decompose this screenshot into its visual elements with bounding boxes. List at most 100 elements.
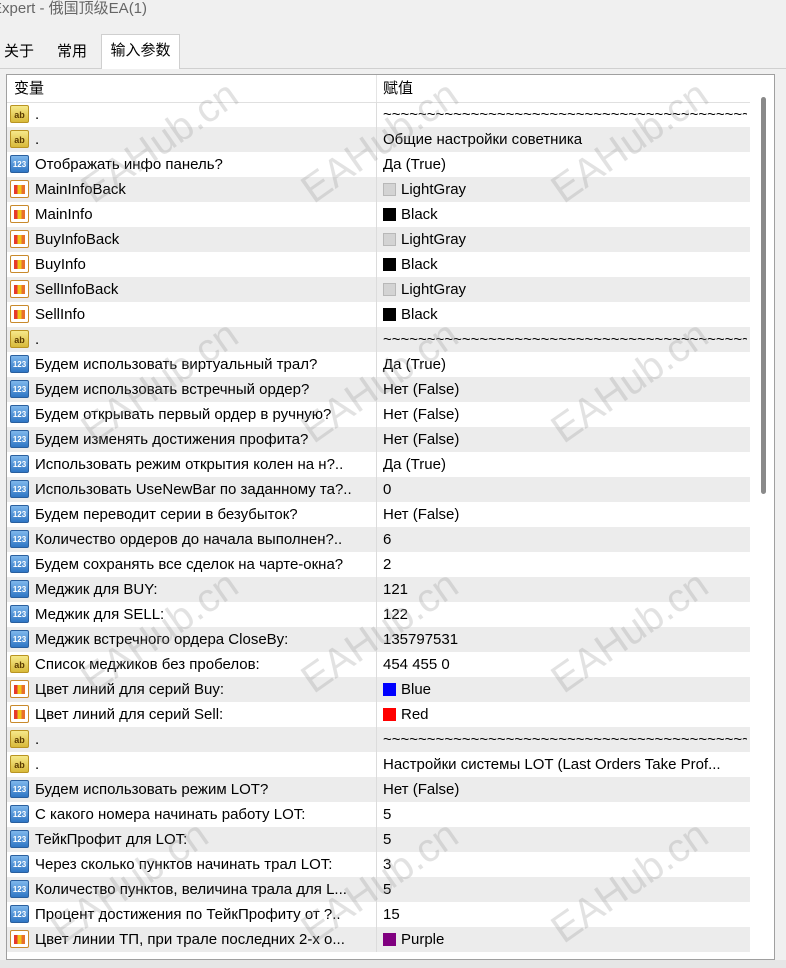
value-cell[interactable]: Да (True) [383,352,747,377]
numeric-type-icon: 123 [10,155,29,173]
table-row[interactable]: 123 Будем изменять достижения профита? Нет… [7,427,750,452]
value-cell[interactable]: 5 [383,802,747,827]
value-cell[interactable]: ~~~~~~~~~~~~~~~~~~~~~~~~~~~~~~~~~~~~~~~~… [383,327,747,352]
value-cell[interactable]: 121 [383,577,747,602]
variable-cell: 123 Будем использовать виртуальный трал? [7,352,376,377]
table-row[interactable]: ab. ~~~~~~~~~~~~~~~~~~~~~~~~~~~~~~~~~~~~~… [7,727,750,752]
tab-input-parameters[interactable]: 输入参数 [101,34,180,69]
value-cell[interactable]: Purple [401,927,747,952]
table-row[interactable]: MainInfoBack LightGray [7,177,750,202]
value-cell[interactable]: Да (True) [383,152,747,177]
numeric-type-icon: 123 [10,880,29,898]
column-header-value[interactable]: 赋值 [383,75,413,102]
color-swatch [383,258,396,271]
table-row[interactable]: 123 Процент достижения по ТейкПрофиту от … [7,902,750,927]
variable-name: Список меджиков без пробелов: [35,656,260,673]
table-row[interactable]: 123 Будем использовать виртуальный трал? Д… [7,352,750,377]
variable-cell: ab. [7,752,376,777]
value-cell[interactable]: ~~~~~~~~~~~~~~~~~~~~~~~~~~~~~~~~~~~~~~~~… [383,727,747,752]
table-row[interactable]: 123 Меджик для SELL: 122 [7,602,750,627]
value-cell[interactable]: Black [401,252,747,277]
table-row[interactable]: 123 Меджик встречного ордера CloseBy: 1357… [7,627,750,652]
variable-name: . [35,106,40,123]
table-row[interactable]: 123 Будем использовать режим LOT? Нет (Fal… [7,777,750,802]
table-row[interactable]: 123 Меджик для BUY: 121 [7,577,750,602]
value-cell[interactable]: Общие настройки советника [383,127,747,152]
table-row[interactable]: 123 Будем использовать встречный ордер? Не… [7,377,750,402]
value-cell[interactable]: 454 455 0 [383,652,747,677]
value-cell[interactable]: 122 [383,602,747,627]
variable-cell: 123 Будем использовать режим LOT? [7,777,376,802]
table-row[interactable]: ab. ~~~~~~~~~~~~~~~~~~~~~~~~~~~~~~~~~~~~~… [7,327,750,352]
cell-divider [376,527,377,552]
value-cell[interactable]: Black [401,202,747,227]
color-type-icon [10,680,29,698]
value-cell[interactable]: Настройки системы LOT (Last Orders Take … [383,752,747,777]
table-row[interactable]: 123 Использовать UseNewBar по заданному т… [7,477,750,502]
value-cell[interactable]: Нет (False) [383,377,747,402]
variable-cell: ab. [7,727,376,752]
scrollbar-thumb[interactable] [761,97,766,494]
variable-name: Процент достижения по ТейкПрофиту от ?.. [35,906,341,923]
value-cell[interactable]: Нет (False) [383,427,747,452]
value-cell[interactable]: LightGray [401,277,747,302]
table-row[interactable]: MainInfo Black [7,202,750,227]
tab-about[interactable]: 关于 [2,38,36,68]
tab-common[interactable]: 常用 [52,38,92,68]
table-row[interactable]: ab. Настройки системы LOT (Last Orders Ta… [7,752,750,777]
variable-cell: MainInfo [7,202,376,227]
table-row[interactable]: 123 ТейкПрофит для LOT: 5 [7,827,750,852]
column-divider[interactable] [376,75,377,102]
value-cell[interactable]: 15 [383,902,747,927]
column-header-variable[interactable]: 变量 [14,75,44,102]
value-cell[interactable]: LightGray [401,177,747,202]
horizontal-scrollbar[interactable] [0,960,786,968]
value-cell[interactable]: Нет (False) [383,402,747,427]
table-row[interactable]: 123 Будем сохранять все сделок на чарте-о… [7,552,750,577]
table-row[interactable]: SellInfoBack LightGray [7,277,750,302]
table-row[interactable]: Цвет линий для серий Sell: Red [7,702,750,727]
value-cell[interactable]: LightGray [401,227,747,252]
variable-cell: MainInfoBack [7,177,376,202]
variable-name: Будем переводит серии в безубыток? [35,506,298,523]
variable-name: Будем открывать первый ордер в ручную? [35,406,332,423]
vertical-scrollbar[interactable] [755,75,773,959]
table-row[interactable]: 123 Через сколько пунктов начинать трал L… [7,852,750,877]
table-row[interactable]: Цвет линий для серий Buy: Blue [7,677,750,702]
table-row[interactable]: 123 Использовать режим открытия колен на … [7,452,750,477]
value-cell[interactable]: Blue [401,677,747,702]
table-row[interactable]: SellInfo Black [7,302,750,327]
table-row[interactable]: 123 Будем открывать первый ордер в ручную… [7,402,750,427]
table-row[interactable]: Цвет линии ТП, при трале последних 2-х о… [7,927,750,952]
numeric-type-icon: 123 [10,405,29,423]
table-row[interactable]: ab Список меджиков без пробелов: 454 455 0 [7,652,750,677]
table-row[interactable]: BuyInfo Black [7,252,750,277]
variable-cell: SellInfoBack [7,277,376,302]
variable-name: BuyInfo [35,256,86,273]
value-cell[interactable]: Red [401,702,747,727]
value-cell[interactable]: Нет (False) [383,502,747,527]
value-cell[interactable]: 5 [383,827,747,852]
table-row[interactable]: 123 Количество ордеров до начала выполнен… [7,527,750,552]
numeric-type-icon: 123 [10,905,29,923]
variable-name: Использовать UseNewBar по заданному та?.… [35,481,352,498]
value-cell[interactable]: Black [401,302,747,327]
value-cell[interactable]: Нет (False) [383,777,747,802]
table-row[interactable]: ab. Общие настройки советника [7,127,750,152]
table-row[interactable]: 123 Будем переводит серии в безубыток? Нет… [7,502,750,527]
value-cell[interactable]: 5 [383,877,747,902]
value-cell[interactable]: 0 [383,477,747,502]
value-cell[interactable]: 3 [383,852,747,877]
table-row[interactable]: ab. ~~~~~~~~~~~~~~~~~~~~~~~~~~~~~~~~~~~~~… [7,102,750,127]
table-row[interactable]: 123 Отображать инфо панель? Да (True) [7,152,750,177]
table-row[interactable]: 123 Количество пунктов, величина трала дл… [7,877,750,902]
variable-name: Через сколько пунктов начинать трал LOT: [35,856,333,873]
table-row[interactable]: BuyInfoBack LightGray [7,227,750,252]
value-cell[interactable]: 135797531 [383,627,747,652]
table-row[interactable]: 123 С какого номера начинать работу LOT: 5 [7,802,750,827]
value-cell[interactable]: 6 [383,527,747,552]
value-cell[interactable]: Да (True) [383,452,747,477]
numeric-type-icon: 123 [10,580,29,598]
value-cell[interactable]: ~~~~~~~~~~~~~~~~~~~~~~~~~~~~~~~~~~~~~~~~… [383,102,747,127]
value-cell[interactable]: 2 [383,552,747,577]
